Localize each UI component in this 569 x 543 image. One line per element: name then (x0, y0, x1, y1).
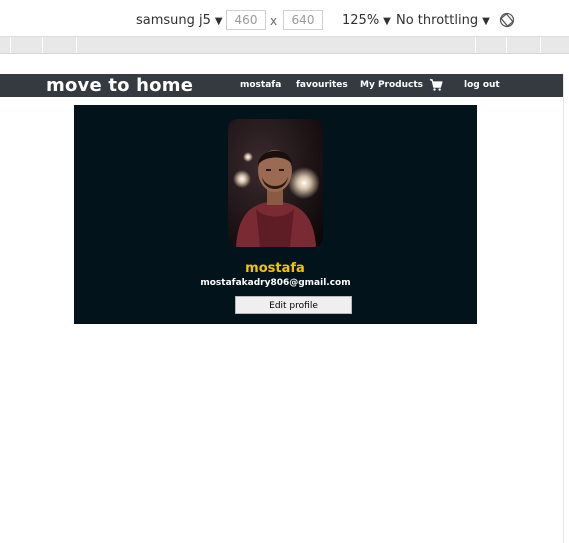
page-viewport: move to home mostafa favourites My Produ… (0, 74, 564, 543)
edit-profile-button[interactable]: Edit profile (235, 296, 352, 314)
nav-favourites-link[interactable]: favourites (296, 80, 348, 90)
ruler-divider (10, 37, 11, 53)
ruler-divider (475, 37, 476, 53)
chevron-down-icon: ▼ (482, 16, 490, 27)
chevron-down-icon: ▼ (214, 16, 223, 27)
throttling-value: No throttling (396, 13, 479, 28)
devtools-device-toolbar: samsung j5▼ x 125%▼ No throttling▼ (0, 0, 569, 37)
ruler-divider (540, 37, 541, 53)
device-select[interactable]: samsung j5 ▼ (136, 13, 223, 28)
chevron-down-icon: ▼ (383, 16, 391, 27)
zoom-select[interactable]: 125% ▼ (342, 13, 391, 28)
throttling-select[interactable]: No throttling ▼ (396, 13, 490, 28)
profile-avatar (228, 119, 323, 247)
zoom-value: 125% (342, 13, 380, 28)
ruler-divider (42, 37, 43, 53)
ruler-divider (76, 37, 77, 53)
rotate-icon[interactable] (499, 12, 515, 28)
dimension-separator: x (270, 14, 278, 28)
device-height-input[interactable] (283, 10, 323, 30)
nav-logout-link[interactable]: log out (464, 80, 500, 90)
ruler-divider (506, 37, 507, 53)
nav-user-link[interactable]: mostafa (240, 80, 281, 90)
navbar: move to home mostafa favourites My Produ… (0, 74, 563, 97)
cart-icon[interactable] (429, 78, 443, 92)
device-name: samsung j5 (136, 13, 211, 28)
device-width-input[interactable] (226, 10, 266, 30)
media-query-ruler[interactable] (0, 37, 569, 54)
profile-name: mostafa (74, 261, 477, 276)
profile-photo (228, 119, 323, 247)
brand-logo-link[interactable]: move to home (46, 75, 193, 96)
nav-my-products-link[interactable]: My Products (360, 80, 423, 90)
profile-card: mostafa mostafakadry806@gmail.com Edit p… (74, 105, 477, 324)
profile-email: mostafakadry806@gmail.com (200, 278, 351, 288)
profile-name-text: mostafa (245, 261, 305, 276)
